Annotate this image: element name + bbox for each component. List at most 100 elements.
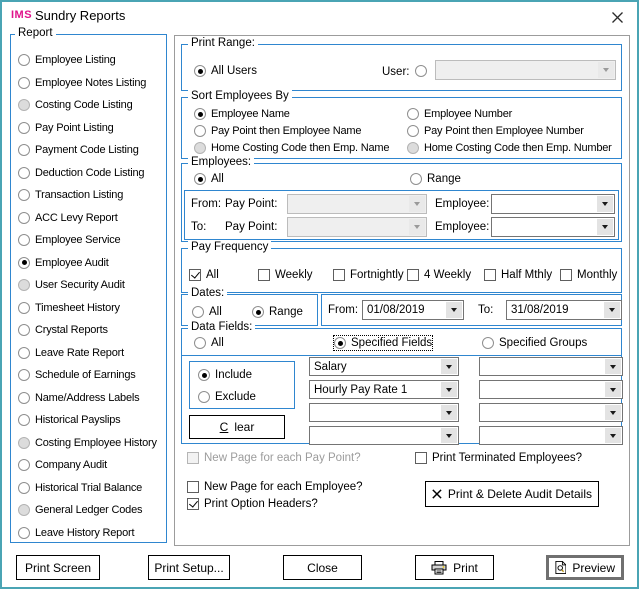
field-select-1[interactable]: Salary — [309, 357, 459, 376]
radio-icon[interactable] — [407, 125, 419, 137]
radio-icon[interactable] — [18, 392, 30, 404]
dropdown-arrow-icon[interactable] — [598, 62, 614, 78]
exclude-radio[interactable]: Exclude — [198, 390, 256, 404]
radio-icon[interactable] — [18, 324, 30, 336]
radio-icon[interactable] — [192, 306, 204, 318]
radio-icon[interactable] — [194, 142, 206, 154]
checkbox-icon[interactable] — [407, 269, 419, 281]
close-button[interactable] — [610, 10, 624, 24]
radio-icon[interactable] — [18, 369, 30, 381]
dropdown-arrow-icon[interactable] — [597, 219, 613, 235]
user-select[interactable] — [435, 60, 616, 80]
report-option-employee-listing[interactable]: Employee Listing — [18, 53, 116, 67]
checkbox-icon[interactable] — [415, 452, 427, 464]
report-option-crystal-reports[interactable]: Crystal Reports — [18, 323, 108, 337]
radio-icon[interactable] — [18, 347, 30, 359]
radio-icon[interactable] — [18, 144, 30, 156]
radio-icon[interactable] — [18, 122, 30, 134]
radio-icon[interactable] — [334, 337, 346, 349]
checkbox-icon[interactable] — [258, 269, 270, 281]
report-option-timesheet-history[interactable]: Timesheet History — [18, 301, 120, 315]
field-select-4[interactable] — [309, 426, 459, 445]
dropdown-arrow-icon[interactable] — [605, 382, 621, 397]
radio-icon[interactable] — [18, 189, 30, 201]
dates-range-radio[interactable]: Range — [252, 305, 303, 319]
radio-icon[interactable] — [407, 142, 419, 154]
print-delete-audit-button[interactable]: Print & Delete Audit Details — [425, 481, 599, 507]
payfreq-fortnightly-checkbox[interactable]: Fortnightly — [333, 268, 404, 282]
payfreq-all-checkbox[interactable]: All — [189, 268, 219, 282]
radio-icon[interactable] — [198, 369, 210, 381]
checkbox-icon[interactable] — [333, 269, 345, 281]
dropdown-arrow-icon[interactable] — [441, 382, 457, 397]
report-option-leave-rate-report[interactable]: Leave Rate Report — [18, 346, 124, 360]
report-option-deduction-code-listing[interactable]: Deduction Code Listing — [18, 166, 144, 180]
field-select-3[interactable] — [309, 403, 459, 422]
payfreq-weekly-checkbox[interactable]: Weekly — [258, 268, 313, 282]
data-fields-all-radio[interactable]: All — [194, 336, 224, 350]
dates-all-radio[interactable]: All — [192, 305, 222, 319]
checkbox-icon[interactable] — [484, 269, 496, 281]
radio-icon[interactable] — [198, 391, 210, 403]
report-option-company-audit[interactable]: Company Audit — [18, 458, 107, 472]
radio-icon[interactable] — [18, 54, 30, 66]
radio-icon[interactable] — [18, 234, 30, 246]
clear-button[interactable]: Clear — [189, 415, 285, 439]
report-option-employee-audit[interactable]: Employee Audit — [18, 256, 109, 270]
dropdown-arrow-icon[interactable] — [446, 302, 462, 318]
print-terminated-checkbox[interactable]: Print Terminated Employees? — [415, 451, 582, 465]
radio-icon[interactable] — [18, 257, 30, 269]
sort-option-employee-name[interactable]: Employee Name — [194, 107, 290, 121]
radio-icon[interactable] — [18, 99, 30, 111]
print-button[interactable]: Print — [415, 555, 494, 580]
radio-icon[interactable] — [407, 108, 419, 120]
user-radio[interactable] — [415, 65, 427, 77]
report-option-costing-employee-history[interactable]: Costing Employee History — [18, 436, 157, 450]
radio-icon[interactable] — [252, 306, 264, 318]
report-option-general-ledger-codes[interactable]: General Ledger Codes — [18, 503, 142, 517]
date-from-select[interactable]: 01/08/2019 — [362, 300, 464, 320]
group-select-1[interactable] — [479, 357, 623, 376]
checkbox-icon[interactable] — [187, 481, 199, 493]
report-option-payment-code-listing[interactable]: Payment Code Listing — [18, 143, 139, 157]
payfreq-4-weekly-checkbox[interactable]: 4 Weekly — [407, 268, 471, 282]
radio-icon[interactable] — [18, 77, 30, 89]
radio-icon[interactable] — [18, 527, 30, 539]
checkbox-icon[interactable] — [189, 269, 201, 281]
radio-icon[interactable] — [194, 337, 206, 349]
data-fields-specified-groups-radio[interactable]: Specified Groups — [482, 336, 587, 350]
to-pay-point-select[interactable] — [287, 217, 427, 237]
checkbox-icon[interactable] — [560, 269, 572, 281]
new-page-pay-point-checkbox[interactable]: New Page for each Pay Point? — [187, 451, 361, 465]
report-option-leave-history-report[interactable]: Leave History Report — [18, 526, 134, 540]
group-select-3[interactable] — [479, 403, 623, 422]
new-page-employee-checkbox[interactable]: New Page for each Employee? — [187, 480, 363, 494]
date-to-select[interactable]: 31/08/2019 — [506, 300, 622, 320]
report-option-employee-service[interactable]: Employee Service — [18, 233, 120, 247]
radio-icon[interactable] — [18, 482, 30, 494]
sort-option-pay-point-then-employee-name[interactable]: Pay Point then Employee Name — [194, 124, 361, 138]
radio-icon[interactable] — [18, 414, 30, 426]
sort-option-home-costing-code-then-emp-number[interactable]: Home Costing Code then Emp. Number — [407, 141, 612, 155]
radio-icon[interactable] — [18, 437, 30, 449]
radio-icon[interactable] — [18, 212, 30, 224]
preview-button[interactable]: Preview — [546, 555, 624, 580]
dropdown-arrow-icon[interactable] — [605, 359, 621, 374]
group-select-4[interactable] — [479, 426, 623, 445]
dropdown-arrow-icon[interactable] — [409, 219, 425, 235]
dropdown-arrow-icon[interactable] — [604, 302, 620, 318]
field-select-2[interactable]: Hourly Pay Rate 1 — [309, 380, 459, 399]
radio-icon[interactable] — [410, 173, 422, 185]
radio-icon[interactable] — [18, 504, 30, 516]
checkbox-icon[interactable] — [187, 452, 199, 464]
payfreq-monthly-checkbox[interactable]: Monthly — [560, 268, 617, 282]
dropdown-arrow-icon[interactable] — [597, 196, 613, 212]
radio-icon[interactable] — [194, 108, 206, 120]
include-radio[interactable]: Include — [198, 368, 252, 382]
dropdown-arrow-icon[interactable] — [605, 405, 621, 420]
report-option-historical-payslips[interactable]: Historical Payslips — [18, 413, 120, 427]
print-setup-button[interactable]: Print Setup... — [148, 555, 230, 580]
dropdown-arrow-icon[interactable] — [441, 359, 457, 374]
report-option-user-security-audit[interactable]: User Security Audit — [18, 278, 125, 292]
print-screen-button[interactable]: Print Screen — [16, 555, 100, 580]
